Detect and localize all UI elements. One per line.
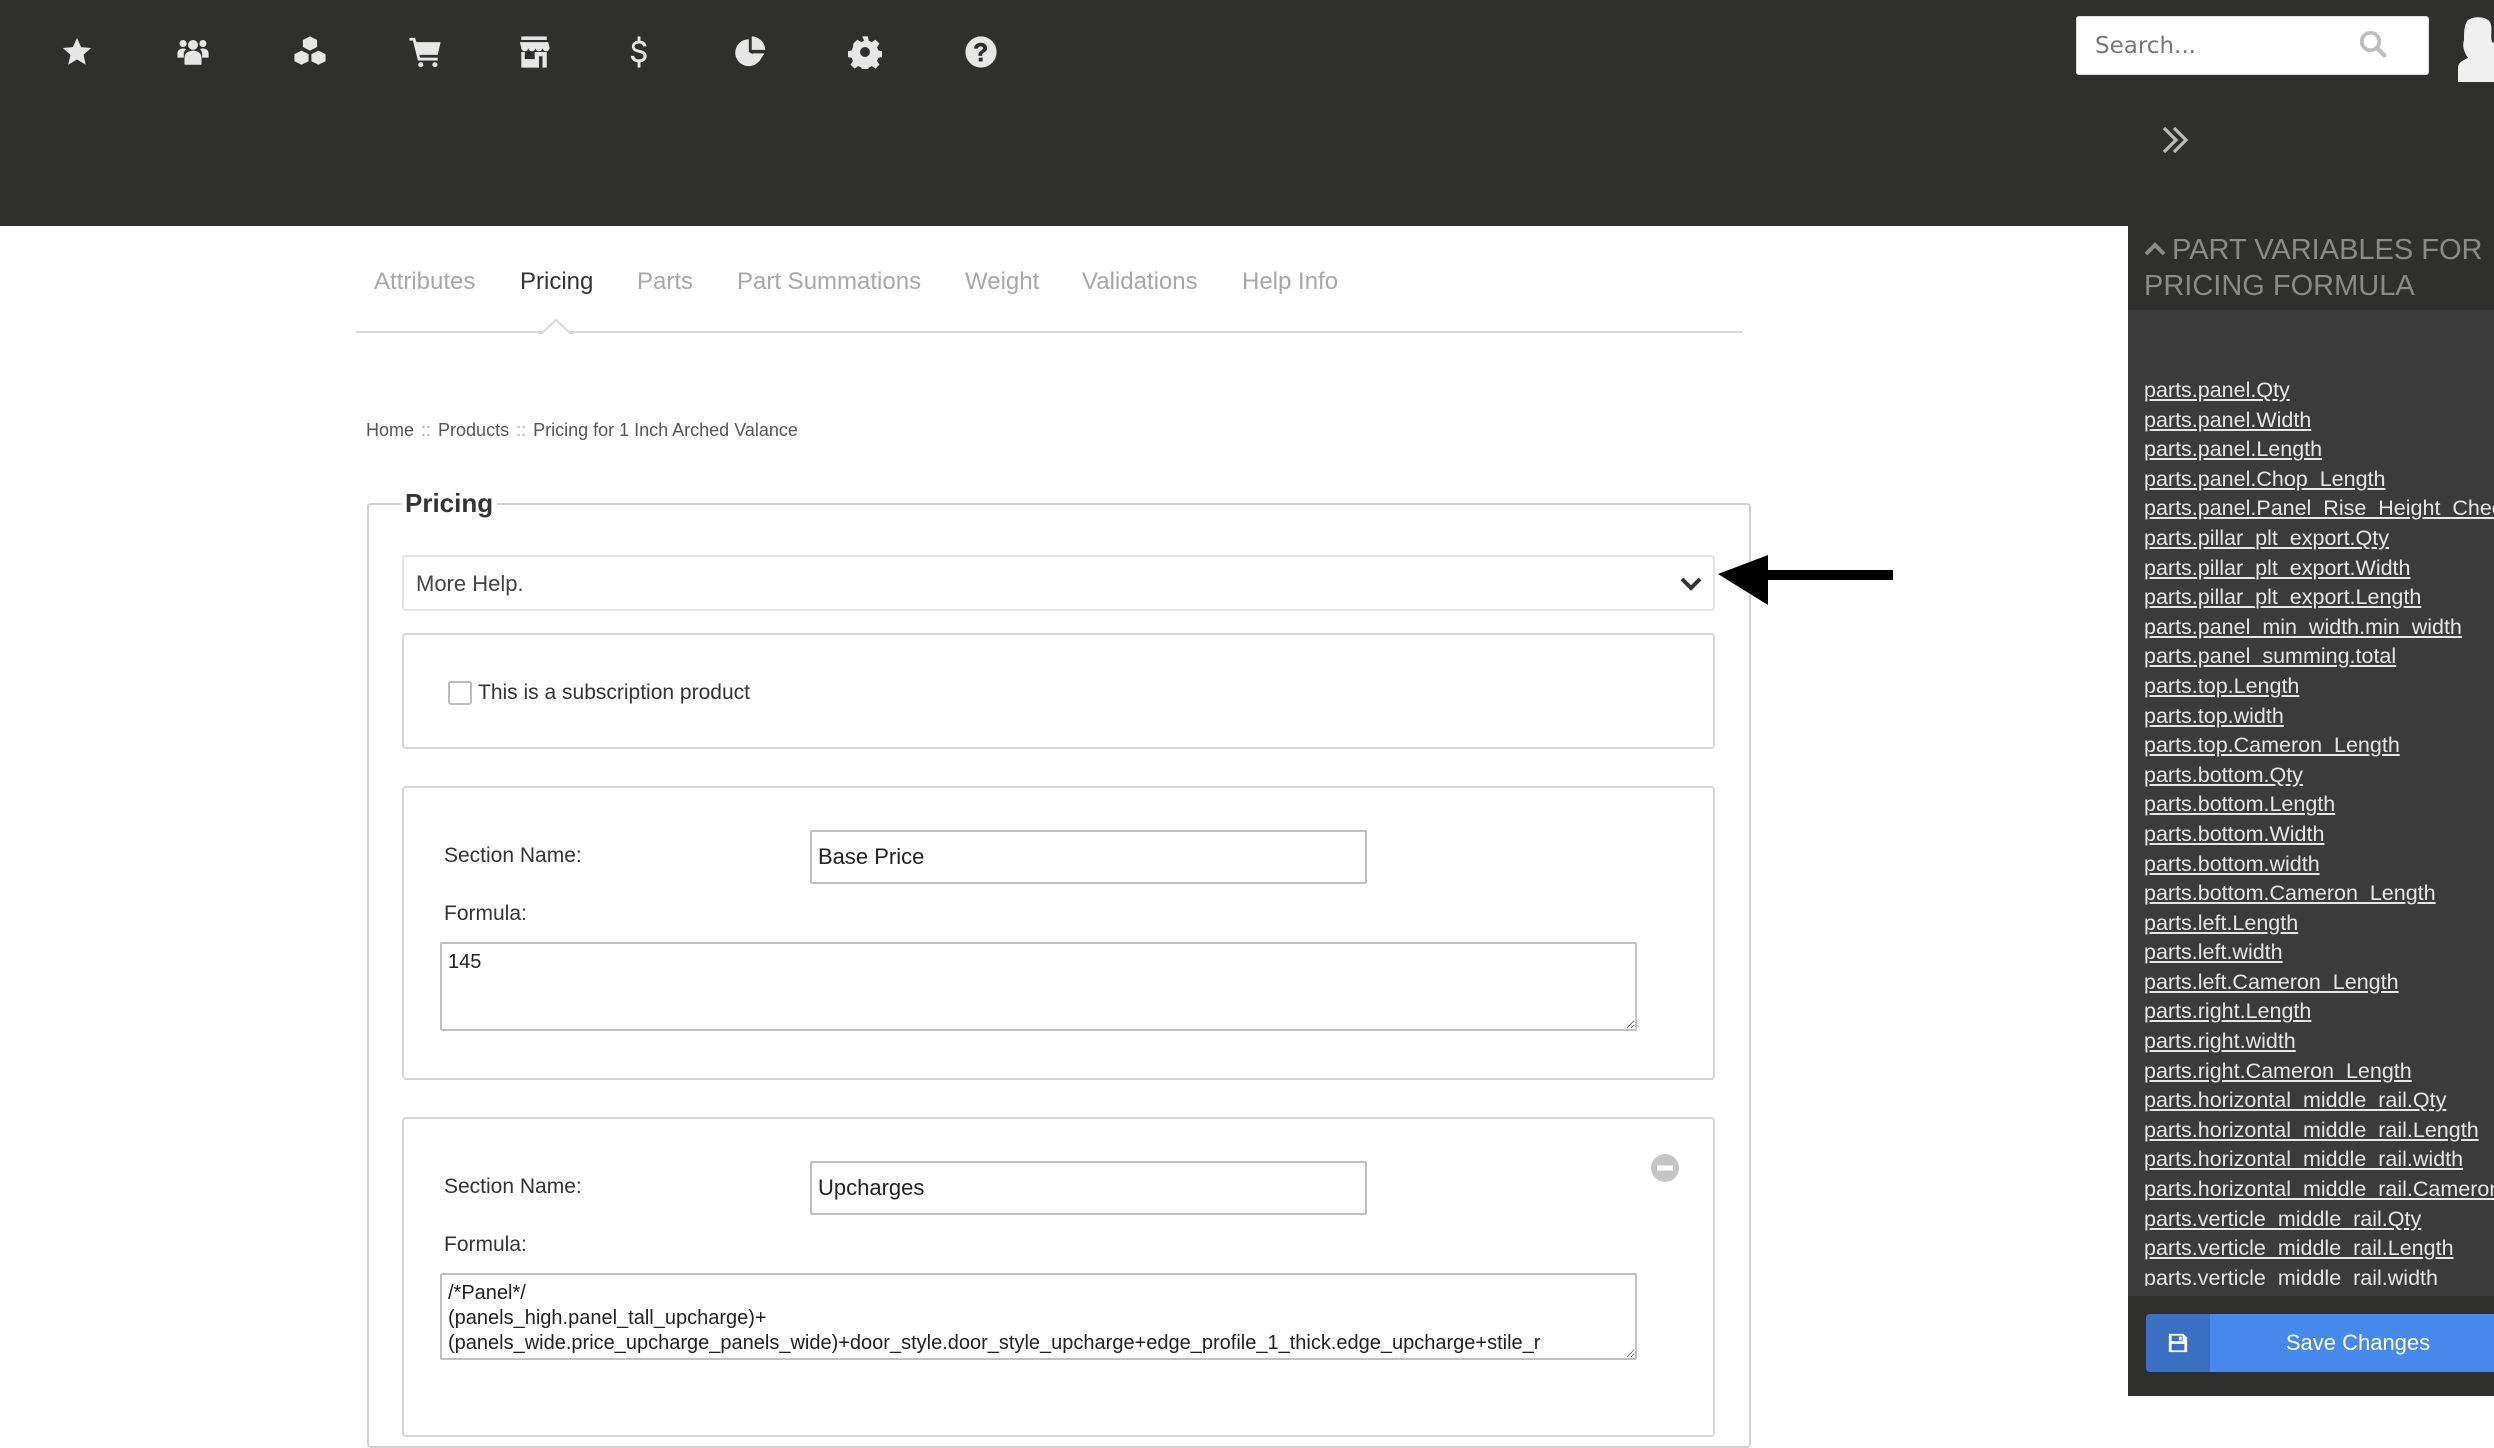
active-tab-indicator	[538, 318, 574, 334]
variable-link[interactable]: parts.right.Length	[2144, 997, 2494, 1027]
search-box[interactable]	[2076, 16, 2429, 75]
variable-link[interactable]: parts.panel_summing.total	[2144, 642, 2494, 672]
chevron-down-icon	[1680, 577, 1702, 591]
store-icon[interactable]	[516, 34, 552, 70]
save-changes-label: Save Changes	[2285, 1330, 2431, 1355]
variable-link[interactable]: parts.bottom.Cameron_Length	[2144, 879, 2494, 909]
variable-link[interactable]: parts.panel_min_width.min_width	[2144, 613, 2494, 643]
panel-header-title: Part Variables for Pricing Formula	[2144, 234, 2483, 302]
variable-link[interactable]: parts.left.Length	[2144, 909, 2494, 939]
breadcrumb-separator: ::	[421, 420, 432, 440]
variable-link[interactable]: parts.bottom.Length	[2144, 790, 2494, 820]
cubes-icon[interactable]	[292, 34, 328, 70]
tab-weight[interactable]: Weight	[965, 268, 1039, 296]
variable-list: parts.panel.Qty parts.panel.Width parts.pa…	[2144, 376, 2494, 1286]
pricing-legend: Pricing	[405, 488, 494, 518]
more-help-dropdown[interactable]: More Help.	[402, 555, 1715, 611]
question-circle-icon[interactable]	[963, 34, 999, 70]
variable-link[interactable]: parts.top.Length	[2144, 672, 2494, 702]
formula-label: Formula:	[444, 1233, 527, 1256]
section-name-label: Section Name:	[444, 1175, 582, 1198]
variable-link[interactable]: parts.horizontal_middle_rail.Cameron_Len…	[2144, 1175, 2494, 1205]
variable-link[interactable]: parts.verticle_middle_rail.Qty	[2144, 1205, 2494, 1235]
formula-textarea[interactable]: /*Panel*/ (panels_high.panel_tall_upchar…	[440, 1273, 1637, 1360]
tab-help-info[interactable]: Help Info	[1242, 268, 1338, 296]
breadcrumb-products[interactable]: Products	[438, 420, 509, 440]
variable-link[interactable]: parts.pillar_plt_export.Qty	[2144, 524, 2494, 554]
subscription-checkbox[interactable]	[448, 681, 472, 705]
variable-link[interactable]: parts.panel.Panel_Rise_Height_Check	[2144, 494, 2494, 524]
variable-link[interactable]: parts.right.Cameron_Length	[2144, 1057, 2494, 1087]
variable-link[interactable]: parts.horizontal_middle_rail.Length	[2144, 1116, 2494, 1146]
pricing-section: Section Name: Formula: 145	[402, 786, 1715, 1080]
save-icon-container	[2146, 1314, 2210, 1372]
annotation-arrow	[1718, 555, 1893, 605]
save-changes-button[interactable]: Save Changes	[2146, 1314, 2494, 1372]
subscription-box: This is a subscription product	[402, 633, 1715, 749]
cart-icon[interactable]	[407, 34, 443, 70]
variable-link[interactable]: parts.bottom.Qty	[2144, 761, 2494, 791]
variable-link[interactable]: parts.bottom.Width	[2144, 820, 2494, 850]
tab-pricing[interactable]: Pricing	[520, 268, 593, 296]
variable-link[interactable]: parts.pillar_plt_export.Length	[2144, 583, 2494, 613]
variable-link[interactable]: parts.bottom.width	[2144, 850, 2494, 880]
pricing-section: Section Name: Formula: /*Panel*/ (panels…	[402, 1117, 1715, 1437]
panel-header[interactable]: Part Variables for Pricing Formula	[2144, 232, 2489, 304]
floppy-disk-icon	[2168, 1333, 2188, 1353]
remove-section-icon[interactable]	[1651, 1154, 1679, 1182]
search-input[interactable]	[2095, 17, 2365, 74]
tab-part-summations[interactable]: Part Summations	[737, 268, 921, 296]
subscription-label[interactable]: This is a subscription product	[478, 681, 750, 705]
tab-validations[interactable]: Validations	[1082, 268, 1198, 296]
dollar-icon[interactable]	[621, 34, 657, 70]
breadcrumb-home[interactable]: Home	[366, 420, 414, 440]
variable-link[interactable]: parts.horizontal_middle_rail.Qty	[2144, 1086, 2494, 1116]
gear-icon[interactable]	[847, 34, 883, 70]
variable-link[interactable]: parts.verticle_middle_rail.width	[2144, 1264, 2494, 1286]
variable-link[interactable]: parts.panel.Width	[2144, 406, 2494, 436]
variable-link[interactable]: parts.pillar_plt_export.Width	[2144, 554, 2494, 584]
search-icon[interactable]	[2358, 28, 2388, 60]
star-icon[interactable]	[59, 34, 95, 70]
tab-attributes[interactable]: Attributes	[374, 268, 475, 296]
variable-link[interactable]: parts.left.width	[2144, 938, 2494, 968]
breadcrumb-current: Pricing for 1 Inch Arched Valance	[533, 420, 798, 440]
formula-label: Formula:	[444, 902, 527, 925]
variable-link[interactable]: parts.top.width	[2144, 702, 2494, 732]
expand-panel-icon[interactable]	[2160, 122, 2192, 158]
breadcrumb-separator: ::	[516, 420, 527, 440]
pie-chart-icon[interactable]	[733, 34, 769, 70]
more-help-label: More Help.	[416, 571, 524, 596]
variable-link[interactable]: parts.panel.Length	[2144, 435, 2494, 465]
section-name-label: Section Name:	[444, 844, 582, 867]
formula-textarea[interactable]: 145	[440, 942, 1637, 1031]
chevron-up-icon	[2144, 242, 2166, 256]
users-icon[interactable]	[175, 34, 211, 70]
variable-link[interactable]: parts.panel.Qty	[2144, 376, 2494, 406]
tab-parts[interactable]: Parts	[637, 268, 693, 296]
part-variables-panel: Part Variables for Pricing Formula parts…	[2128, 226, 2494, 1396]
section-name-input[interactable]	[810, 1161, 1367, 1215]
top-navigation-bar	[0, 0, 2494, 226]
variable-link[interactable]: parts.right.width	[2144, 1027, 2494, 1057]
variable-link[interactable]: parts.verticle_middle_rail.Length	[2144, 1234, 2494, 1264]
section-name-input[interactable]	[810, 830, 1367, 884]
save-bar: Save Changes	[2128, 1296, 2494, 1396]
variable-link[interactable]: parts.top.Cameron_Length	[2144, 731, 2494, 761]
variable-link[interactable]: parts.left.Cameron_Length	[2144, 968, 2494, 998]
user-avatar-icon[interactable]	[2458, 16, 2494, 82]
variable-link[interactable]: parts.panel.Chop_Length	[2144, 465, 2494, 495]
variable-link[interactable]: parts.horizontal_middle_rail.width	[2144, 1145, 2494, 1175]
breadcrumb: Home:: Products:: Pricing for 1 Inch Arche…	[366, 420, 798, 441]
